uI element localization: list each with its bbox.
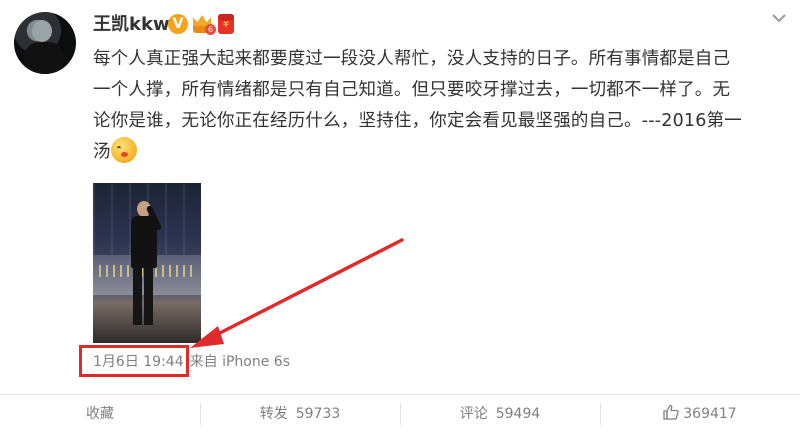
action-bar: 收藏 转发 59733 评论 59494 369417 (0, 394, 800, 433)
post-body: 每个人真正强大起来都要度过一段没人帮忙，没人支持的日子。所有事情都是自己 一个人… (93, 49, 742, 162)
like-count: 369417 (683, 406, 737, 422)
username[interactable]: 王凯kkw (93, 14, 170, 36)
crown-icon[interactable]: 6 (192, 14, 216, 35)
time-highlight-box (79, 345, 189, 377)
repost-count: 59733 (295, 406, 341, 422)
user-badges: V 6 ¥ (168, 14, 234, 35)
repost-label: 转发 (259, 406, 288, 422)
verified-badge[interactable]: V (168, 14, 188, 34)
repost-button[interactable]: 转发 59733 (200, 395, 400, 433)
avatar[interactable] (14, 12, 76, 74)
comment-button[interactable]: 评论 59494 (400, 395, 600, 433)
hongbao-icon[interactable]: ¥ (218, 14, 234, 34)
post-source: 来自 iPhone 6s (189, 354, 290, 370)
menu-chevron-icon[interactable] (770, 12, 788, 26)
comment-label: 评论 (459, 406, 488, 422)
thumbs-up-icon (663, 404, 679, 420)
grin-emoji-icon (110, 137, 137, 163)
post-text: 每个人真正强大起来都要度过一段没人帮忙，没人支持的日子。所有事情都是自己 一个人… (93, 44, 783, 168)
favorite-label: 收藏 (86, 406, 114, 422)
like-button[interactable]: 369417 (600, 395, 800, 433)
comment-count: 59494 (495, 406, 541, 422)
favorite-button[interactable]: 收藏 (0, 395, 200, 433)
level-number: 6 (205, 24, 216, 35)
post-photo[interactable] (93, 183, 201, 343)
